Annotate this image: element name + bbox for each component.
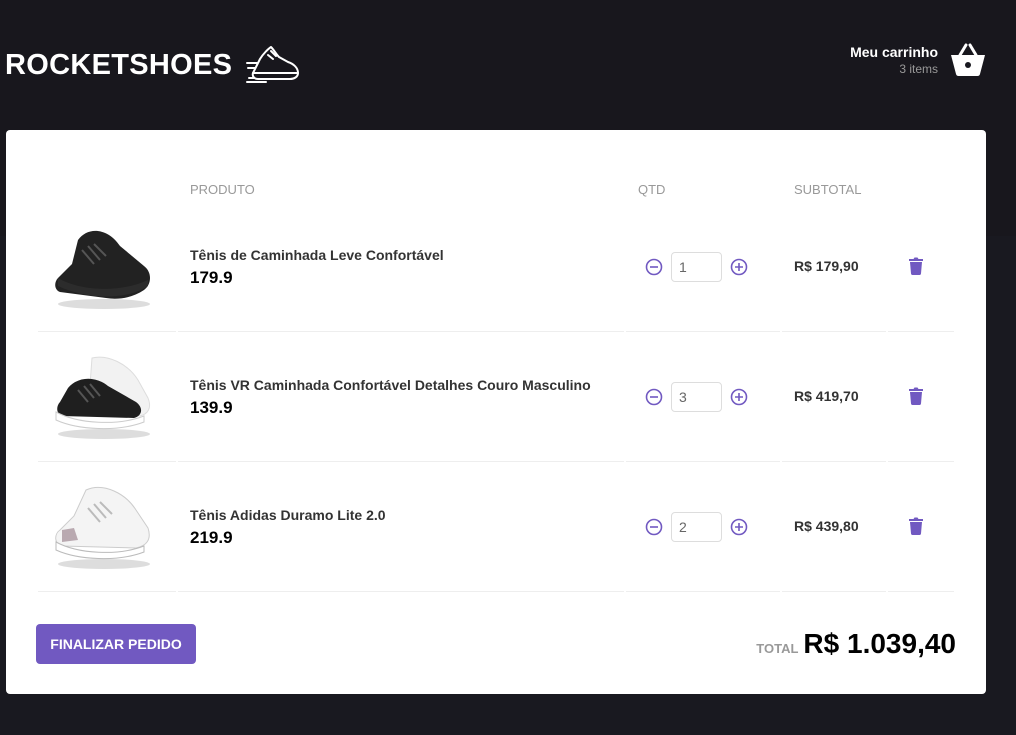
table-row: Tênis VR Caminhada Confortável Detalhes … (38, 332, 954, 462)
delete-button[interactable] (908, 517, 924, 537)
product-title: Tênis Adidas Duramo Lite 2.0 (190, 506, 386, 523)
cart-info: Meu carrinho 3 items (850, 43, 938, 77)
trash-icon (909, 257, 923, 275)
product-title: Tênis de Caminhada Leve Confortável (190, 246, 444, 263)
product-image (55, 486, 150, 569)
decrement-button[interactable] (644, 257, 664, 277)
total: TOTAL R$ 1.039,40 (756, 628, 956, 660)
cart-footer: FINALIZAR PEDIDO TOTAL R$ 1.039,40 (36, 624, 956, 664)
header-qty: QTD (638, 181, 666, 197)
trash-icon (909, 517, 923, 535)
total-value: R$ 1.039,40 (803, 628, 956, 659)
product-price: 179.9 (190, 267, 233, 287)
product-price: 219.9 (190, 527, 233, 547)
increment-button[interactable] (729, 257, 749, 277)
running-shoe-icon (246, 46, 300, 83)
decrement-button[interactable] (644, 517, 664, 537)
logo-text: ROCKETSHOES (5, 48, 233, 81)
increment-button[interactable] (729, 517, 749, 537)
product-image (55, 356, 151, 439)
increment-button[interactable] (729, 387, 749, 407)
cart-container: PRODUTO QTD SUBTOTAL Tênis de Caminhada (6, 130, 986, 694)
product-title: Tênis VR Caminhada Confortável Detalhes … (190, 376, 591, 393)
minus-circle-icon (645, 518, 663, 535)
plus-circle-icon (730, 258, 748, 275)
decrement-button[interactable] (644, 387, 664, 407)
cart-count: 3 items (899, 62, 938, 76)
table-row: Tênis de Caminhada Leve Confortável 179.… (38, 202, 954, 332)
trash-icon (909, 387, 923, 405)
quantity-input[interactable] (671, 251, 722, 282)
quantity-stepper (644, 251, 780, 282)
product-price: 139.9 (190, 397, 233, 417)
logo[interactable]: ROCKETSHOES (5, 40, 300, 90)
quantity-input[interactable] (671, 381, 722, 412)
cart-title: Meu carrinho (850, 44, 938, 60)
header-subtotal: SUBTOTAL (794, 181, 862, 197)
total-label: TOTAL (756, 641, 799, 656)
delete-button[interactable] (908, 257, 924, 277)
header-actions (888, 160, 954, 202)
delete-button[interactable] (908, 387, 924, 407)
subtotal: R$ 439,80 (794, 517, 859, 534)
minus-circle-icon (645, 388, 663, 405)
header-product: PRODUTO (190, 181, 255, 197)
shopping-basket-icon (951, 43, 985, 76)
product-table: PRODUTO QTD SUBTOTAL Tênis de Caminhada (36, 160, 956, 592)
quantity-stepper (644, 381, 780, 412)
finalize-order-button[interactable]: FINALIZAR PEDIDO (36, 624, 196, 664)
header: ROCKETSHOES Meu carrinho 3 items (0, 0, 1016, 130)
cart-link[interactable]: Meu carrinho 3 items (850, 43, 986, 77)
plus-circle-icon (730, 388, 748, 405)
quantity-stepper (644, 511, 780, 542)
header-image (38, 160, 176, 202)
subtotal: R$ 179,90 (794, 257, 859, 274)
plus-circle-icon (730, 518, 748, 535)
table-row: Tênis Adidas Duramo Lite 2.0 219.9 2 R$ … (38, 462, 954, 592)
subtotal: R$ 419,70 (794, 387, 859, 404)
quantity-input[interactable] (671, 511, 722, 542)
product-image (55, 230, 150, 309)
minus-circle-icon (645, 258, 663, 275)
